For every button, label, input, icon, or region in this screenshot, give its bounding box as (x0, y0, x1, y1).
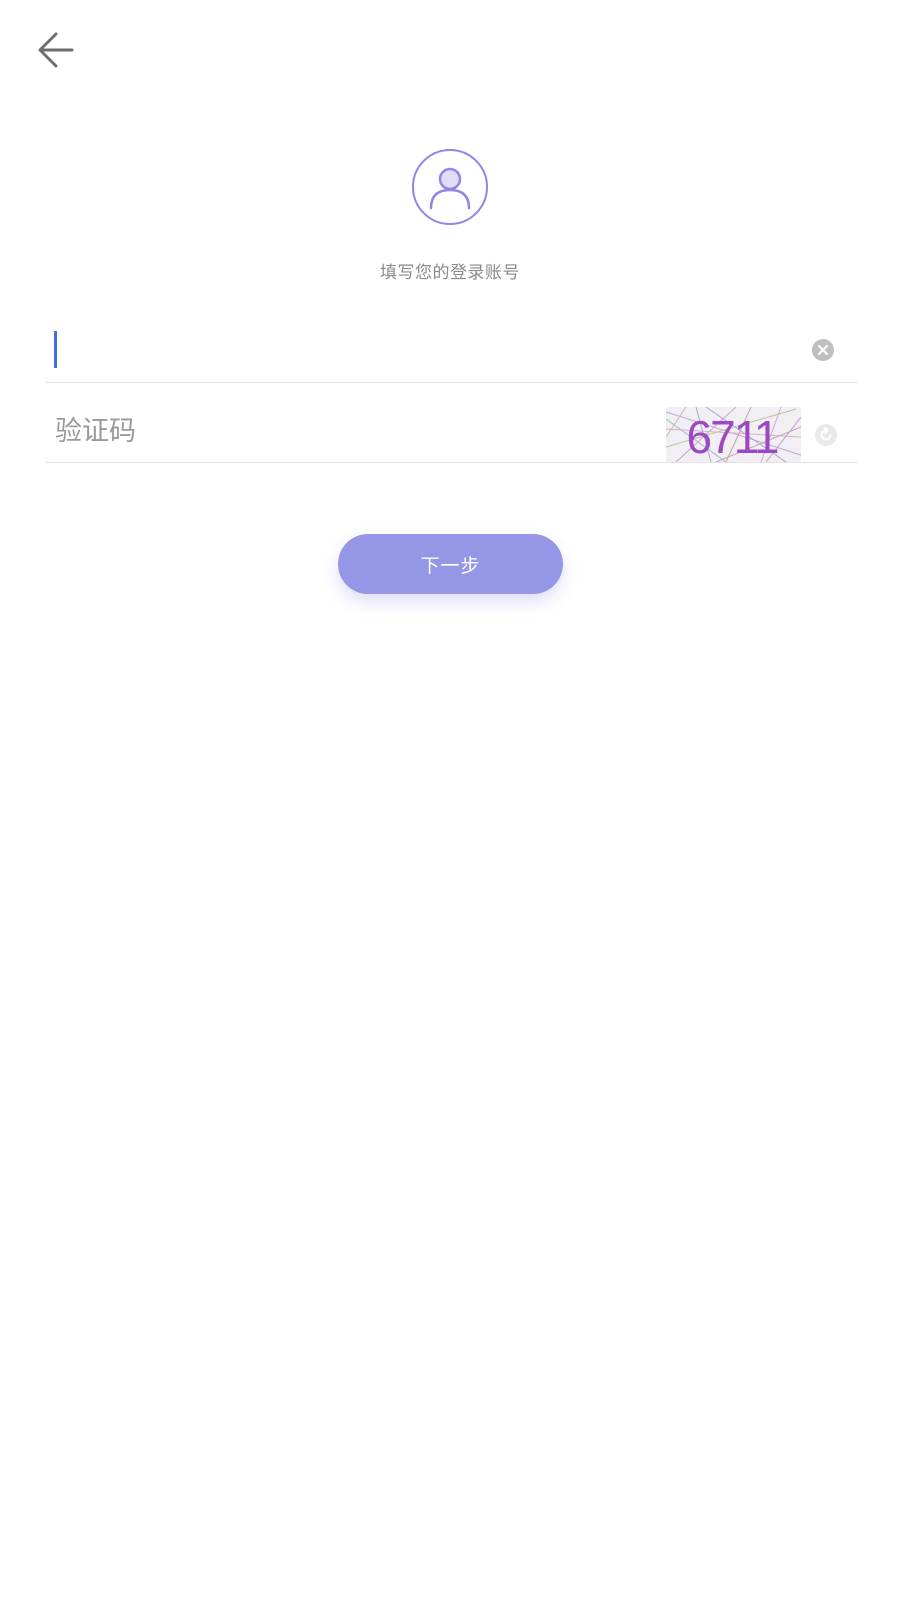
captcha-text: 6711 (687, 411, 778, 462)
text-caret (54, 331, 57, 368)
account-prompt: 填写您的登录账号 (380, 263, 520, 283)
avatar (411, 148, 489, 226)
account-input[interactable] (55, 318, 655, 382)
arrow-left-icon (38, 32, 74, 68)
next-button[interactable]: 下一步 (338, 534, 563, 594)
captcha-image[interactable]: 6711 (665, 406, 802, 463)
account-field[interactable] (45, 318, 857, 383)
back-button[interactable] (30, 24, 82, 76)
captcha-field[interactable]: 6711 (45, 400, 857, 463)
clear-button[interactable] (811, 338, 835, 362)
captcha-input[interactable] (55, 400, 655, 462)
refresh-captcha-button[interactable] (814, 423, 838, 447)
user-avatar-icon (412, 149, 488, 225)
refresh-icon (815, 424, 837, 446)
clear-circle-icon (812, 339, 834, 361)
